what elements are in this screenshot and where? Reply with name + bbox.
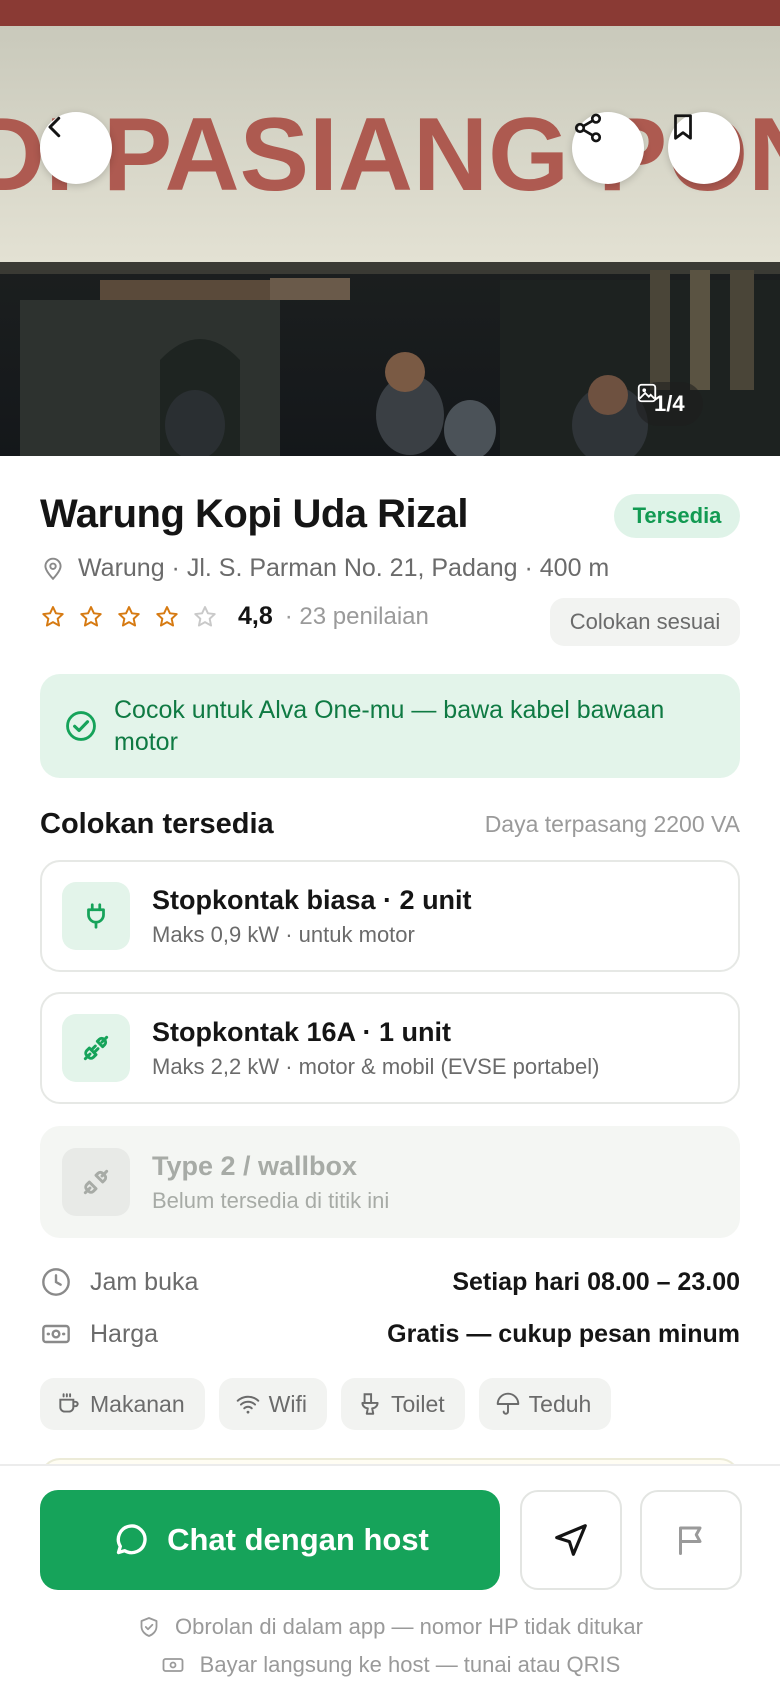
amenity-chip-shade: Teduh — [478, 1378, 612, 1430]
status-badge: Tersedia — [614, 494, 740, 538]
star-filled-icon — [156, 605, 178, 627]
chat-host-button[interactable]: Chat dengan host — [40, 1490, 500, 1590]
socket-name: Stopkontak 16A · 1 unit — [152, 1016, 452, 1047]
privacy-note-text: Obrolan di dalam app — nomor HP tidak di… — [175, 1614, 643, 1639]
check-circle-icon — [66, 711, 96, 741]
sockets-section-title: Colokan tersedia — [40, 808, 274, 840]
hours-label: Jam buka — [90, 1267, 199, 1296]
chat-bubble-icon — [116, 1524, 147, 1555]
navigation-arrow-icon — [555, 1524, 587, 1556]
hours-value: Setiap hari 08.00 – 23.00 — [452, 1267, 740, 1296]
banknote-icon — [162, 1658, 184, 1672]
star-filled-icon — [42, 605, 64, 627]
banner-text: DI PASIANG PONTIANAK — [0, 97, 780, 213]
plug-compat-chip: Colokan sesuai — [550, 598, 740, 646]
wifi-icon — [236, 1395, 259, 1414]
socket-card-16a[interactable]: Stopkontak 16A · 1 unit Maks 2,2 kW · mo… — [40, 992, 740, 1104]
opening-hours-row: Jam buka Setiap hari 08.00 – 23.00 — [40, 1266, 740, 1298]
bottom-action-bar: Chat dengan host Obrolan di dalam app — … — [0, 1464, 780, 1688]
price-label: Harga — [90, 1319, 159, 1348]
privacy-note: Obrolan di dalam app — nomor HP tidak di… — [0, 1614, 780, 1640]
socket-card-type2: Type 2 / wallbox Belum tersedia di titik… — [40, 1126, 740, 1238]
chat-host-label: Chat dengan host — [167, 1522, 429, 1557]
location-pin-icon — [44, 557, 62, 580]
amenity-label: Toilet — [390, 1390, 445, 1417]
report-button[interactable] — [640, 1490, 742, 1590]
rating-row[interactable]: 4,8 · 23 penilaian — [40, 602, 429, 631]
socket-name: Stopkontak biasa · 2 unit — [152, 884, 472, 915]
star-empty-icon — [194, 605, 216, 627]
toilet-icon — [361, 1393, 379, 1415]
address-text: Warung · Jl. S. Parman No. 21, Padang · … — [78, 554, 610, 582]
bookmark-button[interactable] — [668, 112, 740, 184]
back-button[interactable] — [40, 112, 112, 184]
socket-icon-box — [62, 882, 130, 950]
socket-card-standard[interactable]: Stopkontak biasa · 2 unit Maks 0,9 kW · … — [40, 860, 740, 972]
charging-plug-icon — [83, 1035, 109, 1061]
payment-note: Bayar langsung ke host — tunai atau QRIS — [0, 1652, 780, 1678]
payment-note-text: Bayar langsung ke host — tunai atau QRIS — [199, 1652, 621, 1677]
compatibility-banner: Cocok untuk Alva One-mu — bawa kabel baw… — [40, 674, 740, 778]
address-row: Warung · Jl. S. Parman No. 21, Padang · … — [40, 554, 609, 583]
socket-desc: Belum tersedia di titik ini — [152, 1187, 390, 1213]
plug-icon — [87, 903, 105, 929]
review-count[interactable]: · 23 penilaian — [285, 603, 429, 631]
amenity-chip-wifi: Wifi — [218, 1378, 327, 1430]
umbrella-icon — [496, 1392, 519, 1415]
shield-check-icon — [140, 1617, 158, 1637]
socket-icon-box — [62, 1014, 130, 1082]
clock-icon — [42, 1268, 70, 1296]
amenity-chip-toilet: Toilet — [340, 1378, 465, 1430]
rating-stars — [40, 604, 218, 630]
navigate-button[interactable] — [520, 1490, 622, 1590]
photo-counter[interactable]: 1/4 — [636, 382, 703, 426]
place-name: Warung Kopi Uda Rizal — [40, 492, 469, 536]
share-icon — [574, 113, 602, 143]
price-value: Gratis — cukup pesan minum — [387, 1319, 740, 1348]
star-filled-icon — [80, 605, 102, 627]
installed-power: Daya terpasang 2200 VA — [484, 811, 740, 837]
banknote-icon — [42, 1324, 70, 1344]
place-photo[interactable]: DI PASIANG PONTIANAK 1 — [0, 0, 780, 456]
rating-value: 4,8 — [238, 602, 273, 630]
socket-name: Type 2 / wallbox — [152, 1150, 358, 1181]
image-icon — [637, 383, 657, 403]
socket-desc: Maks 0,9 kW · untuk motor — [152, 921, 415, 947]
price-row: Harga Gratis — cukup pesan minum — [40, 1318, 740, 1350]
share-button[interactable] — [572, 112, 644, 184]
socket-icon-box — [62, 1148, 130, 1216]
plug-disconnected-icon — [83, 1169, 109, 1195]
chevron-left-icon — [48, 116, 61, 138]
amenities-list: Makanan Wifi Toilet Teduh — [40, 1378, 612, 1430]
photo-counter-text: 1/4 — [654, 391, 685, 416]
star-filled-icon — [118, 605, 140, 627]
coffee-cup-icon — [59, 1393, 79, 1413]
amenity-chip-food: Makanan — [40, 1378, 205, 1430]
amenity-label: Wifi — [268, 1390, 307, 1417]
amenity-label: Teduh — [528, 1390, 592, 1417]
socket-desc: Maks 2,2 kW · motor & mobil (EVSE portab… — [152, 1053, 600, 1079]
compatibility-text: Cocok untuk Alva One-mu — bawa kabel baw… — [114, 696, 665, 756]
flag-icon — [679, 1526, 702, 1555]
amenity-label: Makanan — [90, 1390, 185, 1417]
bookmark-icon — [674, 114, 692, 140]
